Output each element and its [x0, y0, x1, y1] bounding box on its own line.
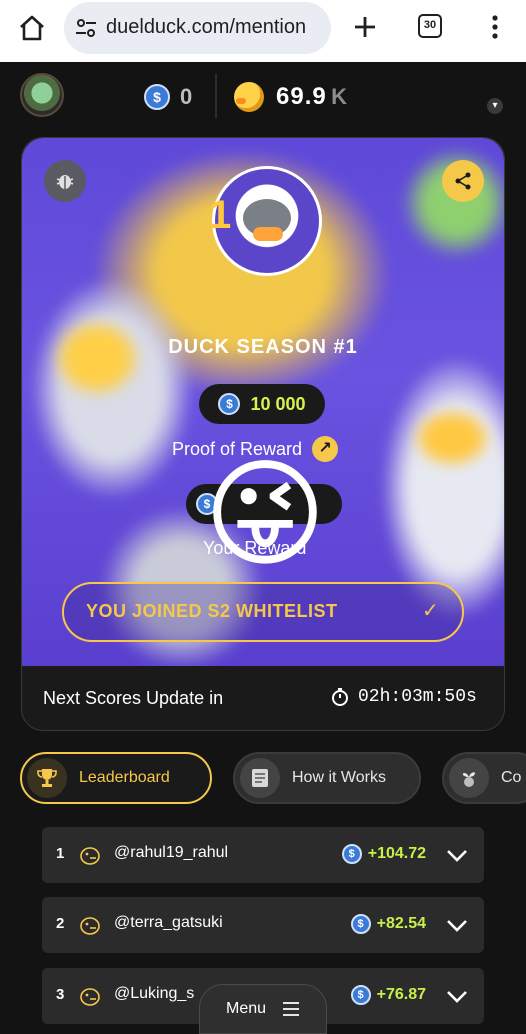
app-header: $ 0 69.9 K ▾: [0, 62, 526, 132]
whitelist-label: YOU JOINED S2 WHITELIST: [86, 601, 338, 621]
chevron-down-icon[interactable]: ▾: [487, 98, 503, 114]
astronaut-duck-illustration: [382, 358, 504, 618]
tab-how-it-works[interactable]: How it Works: [233, 752, 421, 804]
usdc-coin-icon: $: [341, 844, 362, 864]
address-bar[interactable]: duelduck.com/mention: [64, 2, 331, 54]
home-icon[interactable]: [16, 12, 48, 44]
score: $ +82.54: [350, 914, 426, 934]
tab-label: Leaderboard: [79, 769, 170, 786]
hamburger-icon: [283, 1002, 300, 1016]
site-settings-icon[interactable]: [74, 16, 98, 40]
duck-balance: 69.9 K: [234, 82, 347, 112]
countdown-timer: 02h:03m:50s: [330, 687, 477, 707]
season-card: 1 DUCK SEASON #1 $ 10 000 Proof of Rewar…: [21, 137, 505, 731]
divider: [215, 74, 217, 118]
tab-co[interactable]: Co: [442, 752, 526, 804]
share-icon[interactable]: [442, 160, 484, 202]
rank-one-icon: 1: [209, 193, 232, 237]
trophy-icon: [27, 758, 67, 798]
score-value: +76.87: [376, 986, 426, 1003]
duck-icon: [80, 917, 100, 935]
url-text: duelduck.com/mention: [106, 16, 307, 38]
duck-balance-value: 69.9: [276, 83, 327, 110]
rank-number: 1: [56, 845, 65, 862]
winking-tongue-emoji-icon: 😜: [203, 449, 327, 581]
username: @terra_gatsuki: [114, 914, 223, 931]
stopwatch-icon: [332, 688, 348, 706]
usdc-coin-icon: $: [350, 985, 371, 1005]
duck-beak: [253, 227, 283, 241]
score: $ +104.72: [341, 844, 426, 864]
usdc-coin-icon: $: [218, 393, 241, 415]
checkmark-icon: ✓: [422, 600, 439, 622]
duck-beak-illustration: [412, 408, 492, 468]
score: $ +76.87: [350, 985, 426, 1005]
usdc-balance: $ 0: [144, 84, 193, 110]
duck-coin-icon: [234, 82, 264, 112]
sprout-icon: [449, 758, 489, 798]
document-icon: [240, 758, 280, 798]
leaderboard-row[interactable]: 1 @rahul19_rahul $ +104.72: [42, 827, 484, 883]
score-value: +104.72: [367, 845, 426, 862]
whitelist-status-button[interactable]: YOU JOINED S2 WHITELIST ✓: [62, 582, 464, 642]
chevron-down-icon[interactable]: [444, 842, 470, 868]
new-tab-icon[interactable]: [350, 12, 380, 42]
usdc-coin-icon: $: [144, 84, 170, 110]
username: @rahul19_rahul: [114, 844, 229, 861]
duck-icon: [80, 988, 100, 1006]
chevron-down-icon[interactable]: [444, 983, 470, 1009]
username: @Luking_s: [114, 985, 195, 1002]
chevron-down-icon[interactable]: [444, 912, 470, 938]
countdown-value: 02h:03m:50s: [358, 687, 477, 707]
menu-button[interactable]: Menu: [199, 984, 327, 1034]
usdc-coin-icon: $: [350, 914, 371, 934]
tab-label: How it Works: [292, 769, 386, 786]
menu-label: Menu: [225, 1000, 267, 1017]
bug-report-icon[interactable]: [44, 160, 86, 202]
rank-number: 2: [56, 915, 65, 932]
season-badge-mascot: 1: [209, 166, 322, 276]
rank-number: 3: [56, 986, 65, 1003]
duck-balance-unit: K: [331, 84, 348, 109]
score-value: +82.54: [376, 915, 426, 932]
avatar[interactable]: [20, 73, 64, 117]
reward-amount: 10 000: [250, 393, 306, 414]
leaderboard-row[interactable]: 2 @terra_gatsuki $ +82.54: [42, 897, 484, 953]
tab-label: Co: [501, 769, 522, 786]
tab-switcher-button[interactable]: 30: [418, 14, 442, 38]
browser-toolbar: duelduck.com/mention 30: [0, 0, 526, 62]
season-banner: 1 DUCK SEASON #1 $ 10 000 Proof of Rewar…: [22, 138, 504, 666]
tab-leaderboard[interactable]: Leaderboard: [20, 752, 212, 804]
browser-menu-icon[interactable]: [480, 12, 510, 42]
season-title: DUCK SEASON #1: [168, 336, 358, 358]
usdc-balance-value: 0: [180, 84, 194, 109]
duck-icon: [80, 847, 100, 865]
next-update-label: Next Scores Update in: [43, 688, 224, 708]
reward-pool-badge: $ 10 000: [199, 384, 325, 424]
